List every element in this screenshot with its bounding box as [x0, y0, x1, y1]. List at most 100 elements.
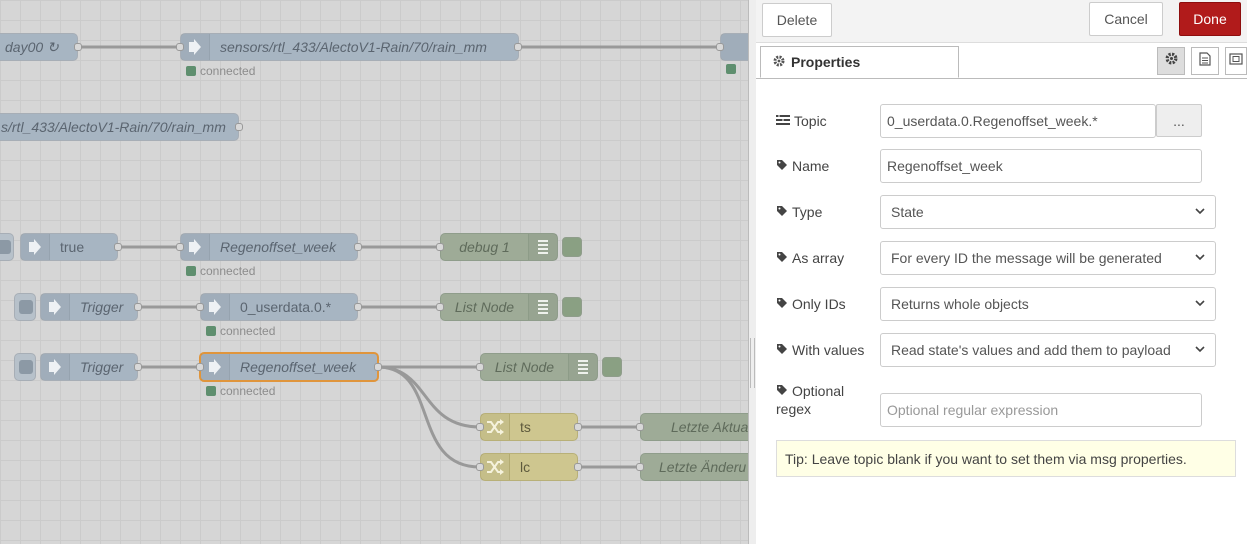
input-port[interactable] — [196, 303, 204, 311]
tray-resize-handle[interactable] — [748, 0, 756, 544]
input-port[interactable] — [196, 363, 204, 371]
input-port[interactable] — [176, 43, 184, 51]
input-port[interactable] — [176, 243, 184, 251]
status-dot-icon — [206, 326, 216, 336]
flow-canvas[interactable]: day00 ↻ sensors/rtl_433/AlectoV1-Rain/70… — [0, 0, 750, 544]
output-port[interactable] — [354, 243, 362, 251]
list-icon — [528, 294, 557, 320]
output-port[interactable] — [574, 463, 582, 471]
input-port[interactable] — [476, 423, 484, 431]
node-userdata[interactable]: 0_userdata.0.* — [200, 293, 358, 321]
tab-properties[interactable]: Properties — [760, 46, 959, 78]
gear-icon — [773, 54, 785, 70]
arrow-in-icon — [181, 34, 210, 60]
inject-button[interactable] — [0, 233, 14, 261]
row-topic: Topic — [776, 104, 880, 138]
node-true[interactable]: true — [20, 233, 118, 261]
node-ts[interactable]: ts — [480, 413, 578, 441]
node-list-2[interactable]: List Node — [480, 353, 598, 381]
with-values-select[interactable]: Read state's values and add them to payl… — [880, 333, 1216, 367]
only-ids-select[interactable]: Returns whole objects — [880, 287, 1216, 321]
output-port[interactable] — [74, 43, 82, 51]
node-label: 0_userdata.0.* — [240, 299, 332, 315]
regex-input[interactable]: Optional regular expression — [880, 393, 1202, 427]
output-port[interactable] — [114, 243, 122, 251]
type-label: Type — [776, 204, 880, 220]
input-port[interactable] — [436, 243, 444, 251]
as-array-select[interactable]: For every ID the message will be generat… — [880, 241, 1216, 275]
node-regenoffset-selected[interactable]: Regenoffset_week — [199, 352, 379, 382]
row-as-array: As array — [776, 241, 880, 275]
shuffle-icon — [481, 454, 510, 480]
row-only-ids: Only IDs — [776, 287, 880, 321]
status-dot-icon — [726, 64, 736, 74]
node-label: lc — [520, 459, 531, 475]
file-icon — [1199, 51, 1211, 71]
input-port[interactable] — [476, 363, 484, 371]
name-input[interactable]: Regenoffset_week — [880, 149, 1202, 183]
node-rain-output[interactable]: s/rtl_433/AlectoV1-Rain/70/rain_mm — [0, 113, 239, 141]
delete-button[interactable]: Delete — [762, 3, 832, 37]
arrow-in-icon — [41, 294, 70, 320]
arrow-in-icon — [41, 354, 70, 380]
node-debug[interactable]: debug 1 — [440, 233, 558, 261]
inject-button[interactable] — [14, 353, 36, 381]
status-dot-icon — [186, 266, 196, 276]
tab-description-button[interactable] — [1191, 47, 1219, 75]
wire[interactable] — [377, 365, 481, 429]
cancel-button[interactable]: Cancel — [1089, 2, 1163, 36]
output-port[interactable] — [574, 423, 582, 431]
output-port[interactable] — [374, 363, 382, 371]
node-rain-input[interactable]: sensors/rtl_433/AlectoV1-Rain/70/rain_mm — [180, 33, 519, 61]
node-trigger-2[interactable]: Trigger — [40, 353, 138, 381]
topic-browse-button[interactable]: ... — [1156, 104, 1202, 137]
arrow-in-icon — [721, 34, 750, 60]
input-port[interactable] — [716, 43, 724, 51]
row-type: Type — [776, 195, 880, 229]
node-offscreen[interactable] — [720, 33, 750, 61]
output-port[interactable] — [354, 303, 362, 311]
node-label: Letzte Änderu — [659, 459, 747, 475]
output-port[interactable] — [134, 303, 142, 311]
list-toggle-button[interactable] — [562, 297, 582, 317]
name-label: Name — [776, 158, 880, 174]
tab-appearance-button[interactable] — [1225, 47, 1247, 75]
type-select[interactable]: State — [880, 195, 1216, 229]
tray-tabs: Properties — [756, 43, 1247, 79]
node-letzte-aenderung[interactable]: Letzte Änderu — [640, 453, 750, 481]
tag-icon — [776, 342, 788, 358]
tab-settings-button[interactable] — [1157, 47, 1185, 75]
output-port[interactable] — [134, 363, 142, 371]
wire[interactable] — [377, 365, 481, 469]
node-trigger-1[interactable]: Trigger — [40, 293, 138, 321]
row-name: Name — [776, 149, 880, 183]
node-regenoffset-1[interactable]: Regenoffset_week — [180, 233, 358, 261]
input-port[interactable] — [476, 463, 484, 471]
debug-toggle-button[interactable] — [562, 237, 582, 257]
output-port[interactable] — [514, 43, 522, 51]
list-toggle-button[interactable] — [602, 357, 622, 377]
chevron-down-icon — [1195, 344, 1205, 356]
input-port[interactable] — [636, 423, 644, 431]
row-with-values: With values — [776, 333, 880, 367]
output-port[interactable] — [235, 123, 243, 131]
status-dot — [726, 64, 736, 74]
frame-icon — [1229, 52, 1243, 70]
done-button[interactable]: Done — [1179, 2, 1241, 36]
node-letzte-aktualisierung[interactable]: Letzte Aktua — [640, 413, 750, 441]
node-label: sensors/rtl_433/AlectoV1-Rain/70/rain_mm — [220, 39, 487, 55]
status-dot-icon — [186, 66, 196, 76]
arrow-in-icon — [201, 354, 230, 380]
node-label: List Node — [494, 359, 555, 375]
input-port[interactable] — [636, 463, 644, 471]
node-lc[interactable]: lc — [480, 453, 578, 481]
node-today[interactable]: day00 ↻ — [0, 33, 78, 61]
node-list-1[interactable]: List Node — [440, 293, 558, 321]
node-label: Trigger — [80, 299, 124, 315]
topic-input[interactable]: 0_userdata.0.Regenoffset_week.* — [880, 104, 1156, 138]
node-label: Letzte Aktua — [671, 419, 749, 435]
status-connected: connected — [206, 384, 275, 398]
inject-button[interactable] — [14, 293, 36, 321]
input-port[interactable] — [436, 303, 444, 311]
node-label: List Node — [454, 299, 515, 315]
